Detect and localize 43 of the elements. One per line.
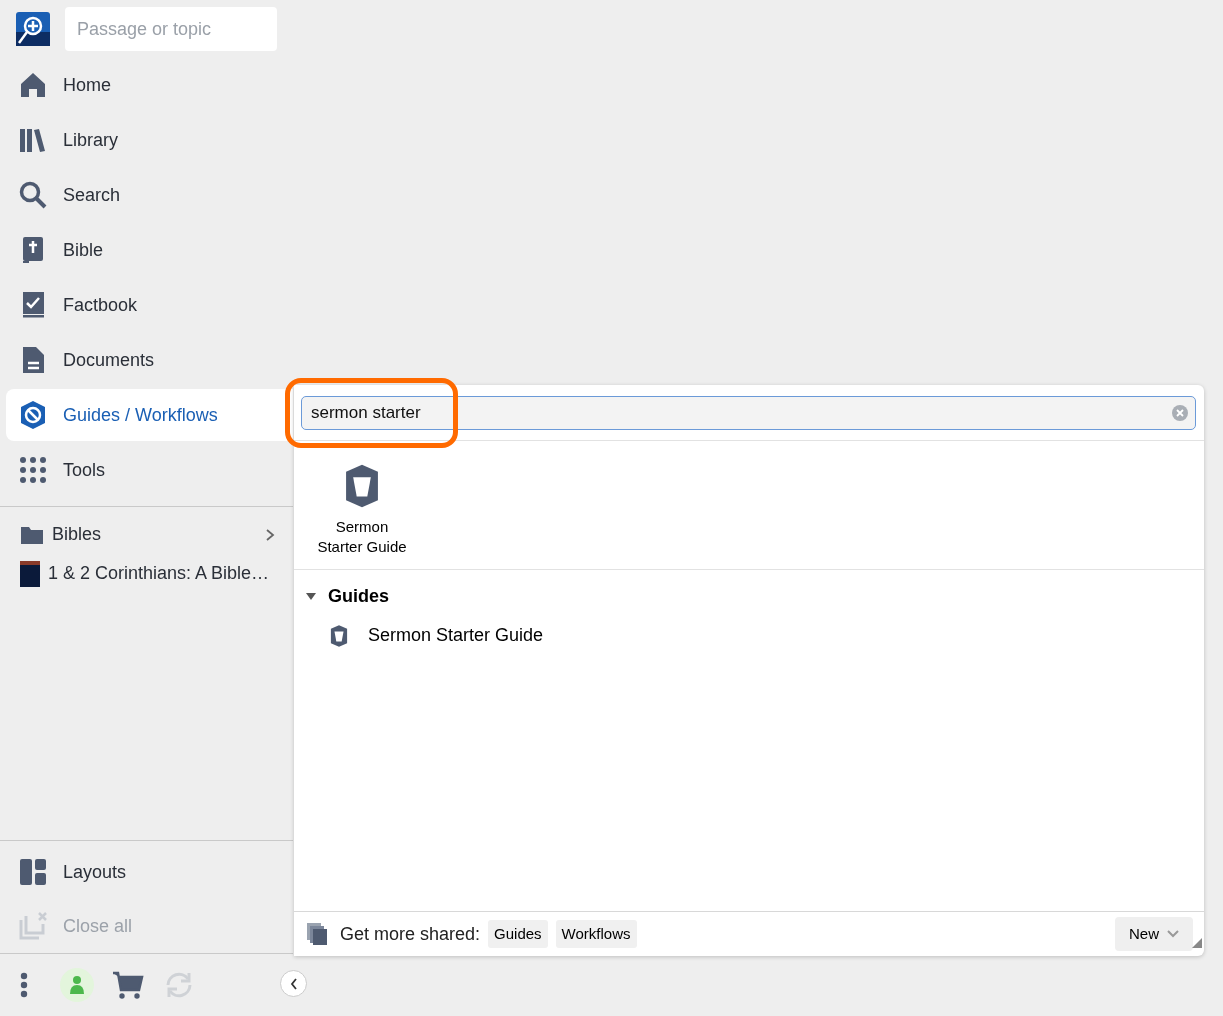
shared-link[interactable]: Workflows — [555, 919, 637, 949]
cart-button[interactable] — [112, 970, 144, 1000]
stacked-pages-icon — [306, 922, 328, 946]
collapse-sidebar-button[interactable] — [280, 970, 307, 997]
shared-link[interactable]: Guides — [488, 919, 548, 949]
nav-item[interactable]: Search — [6, 169, 293, 221]
nav-item[interactable]: Home — [6, 59, 293, 111]
nav-item[interactable]: Library — [6, 114, 293, 166]
group-header[interactable]: Guides — [294, 570, 1204, 610]
layout-panels-icon — [18, 857, 48, 887]
cart-icon — [112, 970, 144, 1000]
chevron-left-icon — [289, 977, 298, 990]
book-cover-thumbnail — [20, 560, 40, 587]
shield-compass-icon — [18, 400, 48, 430]
nav-item[interactable]: Documents — [6, 334, 293, 386]
guide-tile[interactable]: Sermon Starter Guide — [294, 441, 430, 569]
close-windows-icon — [18, 911, 48, 941]
shield-cup-icon — [344, 463, 380, 509]
layouts-button[interactable]: Layouts — [0, 845, 293, 899]
search-field[interactable]: Passage or topic — [65, 7, 277, 51]
new-button[interactable]: New — [1115, 916, 1193, 952]
folder-icon — [20, 524, 44, 545]
shared-label: Get more shared: — [340, 922, 481, 946]
nav-item[interactable]: Bible — [6, 224, 293, 276]
nav-item[interactable]: Guides / Workflows — [6, 389, 293, 441]
more-menu-button[interactable] — [20, 972, 28, 998]
grid-dots-icon — [18, 455, 48, 485]
nav-item[interactable]: Tools — [6, 444, 293, 496]
person-icon — [69, 975, 85, 995]
clear-icon — [1171, 404, 1189, 422]
nav-item[interactable]: Factbook — [6, 279, 293, 331]
vertical-dots-icon — [20, 972, 28, 998]
guide-search-field[interactable]: sermon starter — [301, 396, 1196, 430]
folder-item[interactable]: Bibles — [0, 515, 293, 554]
book-item[interactable]: 1 & 2 Corinthians: A Bible… — [0, 554, 293, 593]
chevron-right-icon — [265, 527, 275, 542]
chevron-down-icon — [1167, 930, 1179, 938]
caret-icon — [306, 592, 316, 601]
app-logo-icon — [16, 12, 50, 46]
guide-item[interactable]: Sermon Starter Guide — [294, 610, 1204, 661]
search-icon — [18, 180, 48, 210]
home-icon — [18, 70, 48, 100]
shield-cup-icon — [330, 623, 348, 648]
